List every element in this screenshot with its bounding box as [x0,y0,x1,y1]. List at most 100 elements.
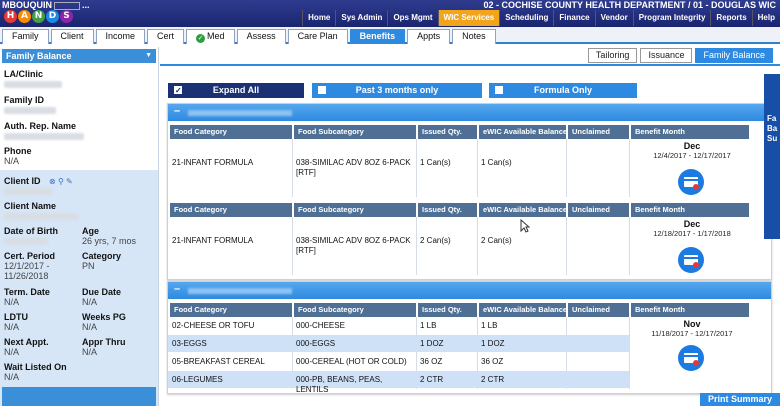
nav-home[interactable]: Home [302,10,335,26]
tab-family[interactable]: Family [2,29,49,44]
benefit-block: Food Category Food Subcategory Issued Qty.… [168,125,773,197]
column-divider [477,139,478,197]
tab-label: Appts [417,31,441,41]
formula-only-checkbox[interactable]: Formula Only [489,83,637,98]
month-range: 11/18/2017 - 12/17/2017 [651,329,733,338]
ewic-card-icon[interactable] [678,345,704,371]
nav-finance[interactable]: Finance [553,10,594,26]
logo-letter: D [46,10,59,23]
column-header: Food Category [170,125,292,139]
agency-name: 02 - COCHISE COUNTY HEALTH DEPARTMENT / … [483,0,776,10]
cell-subcategory: 000-EGGS [296,339,336,348]
column-header: Unclaimed [568,125,629,139]
tab-care-plan[interactable]: Care Plan [287,29,348,44]
section-header[interactable]: – [168,104,771,121]
benefit-period-section: – Food Category Food Subcategory Issued Qty… [167,281,772,394]
app-window: MBOUQUIN... HANDS 02 - COCHISE COUNTY HE… [0,0,780,406]
ewic-card-icon[interactable] [678,247,704,273]
nav-program-integrity[interactable]: Program Integrity [632,10,711,26]
cell-subcategory: 000-PB, BEANS, PEAS, LENTILS [296,375,383,394]
age-label: Age [82,226,100,236]
nav-vendor[interactable]: Vendor [594,10,633,26]
phone-value: N/A [4,156,20,166]
top-bar: MBOUQUIN... HANDS 02 - COCHISE COUNTY HE… [0,0,780,27]
logo-letter: S [60,10,73,23]
column-header: Unclaimed [568,203,629,217]
subtab-issuance[interactable]: Issuance [640,48,693,63]
column-divider [292,139,293,197]
cell-issued: 2 CTR [420,375,444,384]
tab-notes[interactable]: Notes [452,29,496,44]
client-tabs: Family Client Income Cert ✓ Med Assess Care Pla… [0,27,780,44]
cell-subcategory: 000-CEREAL (HOT OR COLD) [296,357,407,366]
ldtu-label: LDTU [4,312,28,322]
nav-help[interactable]: Help [751,10,780,26]
nav-reports[interactable]: Reports [710,10,751,26]
column-divider [566,217,567,275]
column-header: Issued Qty. [418,125,477,139]
column-header: Food Category [170,303,292,317]
month-range: 12/4/2017 - 12/17/2017 [653,151,731,160]
column-header: Food Subcategory [294,303,416,317]
cell-balance: 2 CTR [481,375,505,384]
client-id-label: Client ID [4,176,41,186]
logo-letter: H [4,10,17,23]
auth-rep-label: Auth. Rep. Name [4,121,77,131]
column-header: Benefit Month [631,125,749,139]
nav-scheduling[interactable]: Scheduling [499,10,553,26]
category-value: PN [82,261,95,271]
cell-balance: 36 OZ [481,357,504,366]
tab-client[interactable]: Client [50,29,94,44]
sidebar-next-section[interactable] [2,387,156,406]
logo-letter: A [18,10,31,23]
dob-label: Date of Birth [4,226,58,236]
benefit-subtabs: Tailoring Issuance Family Balance [585,48,773,63]
edit-icons[interactable]: ⊗ ⚲ ✎ [49,177,73,186]
column-header: Food Subcategory [294,125,416,139]
cell-balance: 1 LB [481,321,498,330]
check-circle-icon: ✓ [196,34,206,43]
past-3-months-checkbox[interactable]: Past 3 months only [312,83,482,98]
cell-balance: 2 Can(s) [481,236,512,245]
collapse-icon[interactable]: – [174,283,180,295]
expand-all-button[interactable]: ✓ Expand All [168,83,304,98]
family-balance-summary-strip[interactable]: Fa Ba Su [764,74,780,239]
tab-cert[interactable]: Cert [147,29,185,44]
cell-category: 21-INFANT FORMULA [172,236,254,245]
family-id-label: Family ID [4,95,45,105]
tab-label: Notes [462,31,486,41]
benefit-block: Food Category Food Subcategory Issued Qty.… [168,203,773,275]
weeks-pg-label: Weeks PG [82,312,126,322]
ewic-card-icon[interactable] [678,169,704,195]
tab-label: Income [105,31,136,41]
tab-label: Benefits [359,31,396,41]
collapse-icon[interactable]: – [174,105,180,117]
section-header[interactable]: – [168,282,771,299]
hands-logo: HANDS [4,10,84,26]
client-id-value [4,188,52,195]
tab-med[interactable]: ✓ Med [186,29,235,44]
print-summary-button[interactable]: Print Summary [700,393,780,406]
cell-issued: 1 Can(s) [420,158,451,167]
column-divider [416,217,417,275]
tab-assess[interactable]: Assess [236,29,286,44]
nav-sys-admin[interactable]: Sys Admin [335,10,387,26]
tab-benefits[interactable]: Benefits [349,29,406,44]
checkbox-icon [495,86,503,94]
tab-appts[interactable]: Appts [407,29,451,44]
subtab-family-balance[interactable]: Family Balance [695,48,773,63]
nav-wic-services[interactable]: WIC Services [437,10,500,26]
weeks-pg-value: N/A [82,322,98,332]
family-id-value [4,107,56,114]
tab-income[interactable]: Income [95,29,146,44]
benefit-month: Dec 12/18/2017 - 1/17/2018 [629,219,755,238]
sidebar-header[interactable]: Family Balance ▼ [2,49,156,63]
subtab-tailoring[interactable]: Tailoring [587,48,638,63]
nav-ops-mgmt[interactable]: Ops Mgmt [387,10,437,26]
next-appt-value: N/A [4,347,20,357]
family-sidebar: Family Balance ▼ LA/Clinic Family ID Auth… [0,47,159,406]
cert-period-label: Cert. Period [4,251,56,261]
chevron-down-icon: ▼ [145,52,152,59]
alert-dot [693,262,699,268]
subtab-divider [160,64,780,66]
